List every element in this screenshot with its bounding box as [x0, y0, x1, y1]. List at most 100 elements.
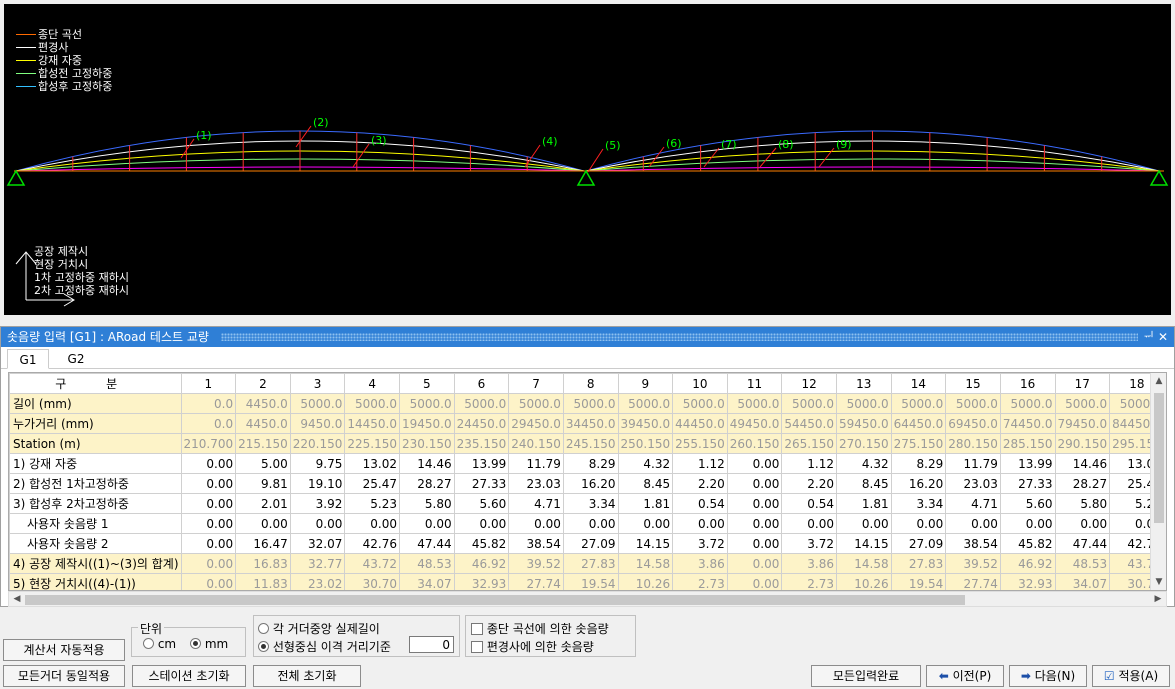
reset-all-button[interactable]: 전체 초기화 [253, 665, 361, 687]
table-cell[interactable]: 13.99 [999, 453, 1056, 474]
table-cell[interactable]: 27.09 [562, 533, 619, 554]
offset-distance-input[interactable] [409, 636, 454, 653]
table-cell[interactable]: 5.23 [344, 493, 400, 514]
table-cell[interactable]: 1.12 [672, 453, 728, 474]
table-cell[interactable]: 27.33 [999, 473, 1056, 494]
table-cell[interactable]: 0.54 [672, 493, 728, 514]
table-cell[interactable]: 0.00 [726, 453, 783, 474]
apply-all-girders-button[interactable]: 모든거더 동일적용 [3, 665, 125, 687]
table-cell[interactable]: 9.81 [235, 473, 291, 494]
table-cell[interactable]: 1.81 [836, 493, 892, 514]
table-cell[interactable]: 0.00 [508, 513, 564, 534]
vertical-curve-checkbox[interactable]: 종단 곡선에 의한 솟음량 [471, 620, 609, 637]
radio-checked-icon[interactable] [258, 641, 269, 652]
table-cell[interactable]: 8.45 [836, 473, 892, 494]
table-cell[interactable]: 38.54 [508, 533, 564, 554]
table-cell[interactable]: 23.03 [508, 473, 564, 494]
table-cell[interactable]: 0.00 [562, 513, 619, 534]
next-button[interactable]: ➡ 다음(N) [1009, 665, 1087, 687]
table-cell[interactable]: 0.00 [180, 533, 237, 554]
table-cell[interactable]: 5.60 [999, 493, 1056, 514]
scroll-left-icon[interactable]: ◀ [9, 592, 25, 608]
table-cell[interactable]: 0.00 [781, 513, 837, 534]
table-cell[interactable]: 4.32 [836, 453, 892, 474]
table-cell[interactable]: 14.15 [617, 533, 674, 554]
all-input-done-button[interactable]: 모든입력완료 [811, 665, 921, 687]
table-cell[interactable]: 11.79 [945, 453, 1001, 474]
table-cell[interactable]: 8.45 [617, 473, 674, 494]
table-cell[interactable]: 32.07 [289, 533, 346, 554]
table-cell[interactable]: 42.76 [344, 533, 400, 554]
table-cell[interactable]: 0.00 [180, 513, 237, 534]
camber-grid[interactable]: 구 분 12345678910111213141516171819 길이 (mm… [8, 372, 1167, 591]
table-cell[interactable]: 8.29 [562, 453, 619, 474]
table-cell[interactable]: 28.27 [399, 473, 455, 494]
vertical-scrollbar[interactable]: ▲ ▼ [1150, 373, 1166, 590]
close-icon[interactable]: ✕ [1158, 327, 1168, 347]
table-cell[interactable]: 19.10 [289, 473, 346, 494]
table-cell[interactable]: 2.01 [235, 493, 291, 514]
table-cell[interactable]: 3.34 [562, 493, 619, 514]
table-cell[interactable]: 3.92 [289, 493, 346, 514]
table-cell[interactable]: 2.20 [672, 473, 728, 494]
table-cell[interactable]: 45.82 [999, 533, 1056, 554]
table-cell[interactable]: 0.00 [726, 493, 783, 514]
table-cell[interactable]: 8.29 [890, 453, 947, 474]
tab-g2[interactable]: G2 [55, 349, 97, 369]
table-cell[interactable]: 16.47 [235, 533, 291, 554]
table-cell[interactable]: 23.03 [945, 473, 1001, 494]
table-cell[interactable]: 0.00 [672, 513, 728, 534]
apply-button[interactable]: ☑ 적용(A) [1092, 665, 1170, 687]
table-cell[interactable]: 0.00 [344, 513, 400, 534]
table-cell[interactable]: 5.80 [399, 493, 455, 514]
table-cell[interactable]: 0.00 [399, 513, 455, 534]
table-cell[interactable]: 0.00 [999, 513, 1056, 534]
table-cell[interactable]: 13.02 [344, 453, 400, 474]
table-cell[interactable]: 0.00 [726, 513, 783, 534]
tab-g1[interactable]: G1 [7, 349, 49, 369]
real-length-radio[interactable]: 각 거더중앙 실제길이 [258, 620, 380, 637]
auto-apply-button[interactable]: 계산서 자동적용 [3, 639, 125, 661]
scroll-thumb[interactable] [25, 595, 965, 605]
table-cell[interactable]: 3.34 [890, 493, 947, 514]
radio-icon[interactable] [143, 638, 154, 649]
table-cell[interactable]: 0.54 [781, 493, 837, 514]
scroll-thumb[interactable] [1154, 393, 1164, 523]
table-cell[interactable]: 14.46 [1054, 453, 1111, 474]
table-cell[interactable]: 0.00 [180, 493, 237, 514]
table-cell[interactable]: 2.20 [781, 473, 837, 494]
offset-radio[interactable]: 선형중심 이격 거리기준 [258, 638, 391, 655]
scroll-right-icon[interactable]: ▶ [1150, 592, 1166, 608]
table-cell[interactable]: 0.00 [726, 473, 783, 494]
table-cell[interactable]: 4.32 [617, 453, 674, 474]
checkbox-icon[interactable] [471, 641, 483, 653]
table-cell[interactable]: 1.12 [781, 453, 837, 474]
scroll-down-icon[interactable]: ▼ [1151, 574, 1166, 590]
table-cell[interactable]: 5.60 [453, 493, 510, 514]
table-cell[interactable]: 5.00 [235, 453, 291, 474]
table-cell[interactable]: 0.00 [890, 513, 947, 534]
station-reset-button[interactable]: 스테이션 초기화 [132, 665, 246, 687]
table-cell[interactable]: 16.20 [890, 473, 947, 494]
table-cell[interactable]: 1.81 [617, 493, 674, 514]
table-cell[interactable]: 0.00 [945, 513, 1001, 534]
table-cell[interactable]: 0.00 [235, 513, 291, 534]
table-cell[interactable]: 47.44 [1054, 533, 1111, 554]
table-cell[interactable]: 0.00 [289, 513, 346, 534]
camber-diagram-canvas[interactable]: (1) (2) (3) (4) (5) (6) (7) (8) (9) 종단 곡선 편경사 강재… [4, 4, 1171, 315]
table-cell[interactable]: 47.44 [399, 533, 455, 554]
table-cell[interactable]: 38.54 [945, 533, 1001, 554]
table-cell[interactable]: 28.27 [1054, 473, 1111, 494]
table-cell[interactable]: 0.00 [453, 513, 510, 534]
table-cell[interactable]: 9.75 [289, 453, 346, 474]
unit-cm-radio[interactable]: cm [143, 637, 176, 651]
table-cell[interactable]: 0.00 [617, 513, 674, 534]
table-cell[interactable]: 4.71 [945, 493, 1001, 514]
table-cell[interactable]: 27.09 [890, 533, 947, 554]
prev-button[interactable]: ⬅ 이전(P) [926, 665, 1004, 687]
horizontal-scrollbar[interactable]: ◀ ▶ [8, 591, 1167, 607]
pin-icon[interactable]: ᆔ [1144, 327, 1154, 347]
table-cell[interactable]: 11.79 [508, 453, 564, 474]
table-cell[interactable]: 13.99 [453, 453, 510, 474]
table-cell[interactable]: 0.00 [180, 453, 237, 474]
